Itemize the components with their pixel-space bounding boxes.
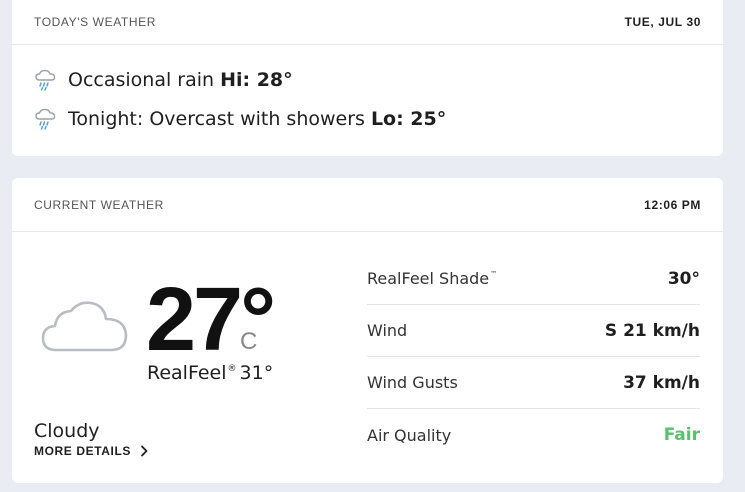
forecast-row-night: Tonight: Overcast with showers Lo: 25° bbox=[34, 99, 723, 138]
cloud-icon bbox=[41, 301, 128, 352]
registered-mark: ® bbox=[227, 364, 237, 374]
current-weather-header: CURRENT WEATHER 12:06 PM bbox=[12, 178, 723, 232]
detail-row-air-quality: Air Quality Fair bbox=[367, 409, 700, 461]
detail-value: S 21 km/h bbox=[604, 320, 700, 341]
detail-label: Wind Gusts bbox=[367, 373, 458, 392]
detail-value: 37 km/h bbox=[623, 372, 700, 393]
current-conditions: 27° C RealFeel® 31° Cloudy MORE DETAILS bbox=[34, 232, 354, 482]
forecast-text: Tonight: Overcast with showers bbox=[68, 107, 365, 130]
todays-weather-card[interactable]: TODAY'S WEATHER TUE, JUL 30 Occasional r… bbox=[12, 0, 723, 156]
todays-weather-header: TODAY'S WEATHER TUE, JUL 30 bbox=[12, 0, 723, 45]
detail-row-wind-gusts: Wind Gusts 37 km/h bbox=[367, 357, 700, 409]
realfeel-label: RealFeel bbox=[147, 362, 227, 384]
rain-icon bbox=[35, 69, 56, 91]
rain-icon bbox=[35, 108, 56, 130]
detail-label: Wind bbox=[367, 321, 408, 340]
realfeel-value: 31° bbox=[239, 362, 274, 384]
current-weather-time: 12:06 PM bbox=[644, 197, 701, 212]
detail-label: RealFeel Shade™ bbox=[367, 269, 497, 288]
forecast-row-day: Occasional rain Hi: 28° bbox=[34, 60, 723, 99]
forecast-text: Occasional rain bbox=[68, 68, 215, 91]
more-details-link[interactable]: MORE DETAILS bbox=[34, 444, 149, 458]
forecast-low-temp: Lo: 25° bbox=[370, 107, 447, 130]
forecast-list: Occasional rain Hi: 28° Tonight: Overcas… bbox=[12, 45, 723, 138]
realfeel: RealFeel® 31° bbox=[147, 362, 273, 384]
detail-row-wind: Wind S 21 km/h bbox=[367, 305, 700, 357]
forecast-high-temp: Hi: 28° bbox=[220, 68, 293, 91]
trademark-mark: ™ bbox=[490, 270, 498, 278]
detail-label-text: RealFeel Shade bbox=[367, 269, 490, 288]
weather-phrase: Cloudy bbox=[34, 420, 100, 442]
temperature-unit: C bbox=[240, 328, 258, 355]
detail-row-realfeel-shade: RealFeel Shade™ 30° bbox=[367, 253, 700, 305]
todays-weather-title: TODAY'S WEATHER bbox=[34, 15, 156, 29]
current-weather-title: CURRENT WEATHER bbox=[34, 197, 164, 212]
detail-label: Air Quality bbox=[367, 425, 452, 445]
detail-value: 30° bbox=[667, 268, 700, 289]
chevron-right-icon bbox=[141, 445, 148, 457]
todays-weather-date: TUE, JUL 30 bbox=[624, 15, 701, 29]
detail-value: Fair bbox=[663, 425, 700, 445]
more-details-label: MORE DETAILS bbox=[34, 444, 131, 458]
current-weather-card[interactable]: CURRENT WEATHER 12:06 PM 27° C RealFeel®… bbox=[12, 178, 723, 483]
weather-details-list: RealFeel Shade™ 30° Wind S 21 km/h Wind … bbox=[367, 253, 700, 461]
